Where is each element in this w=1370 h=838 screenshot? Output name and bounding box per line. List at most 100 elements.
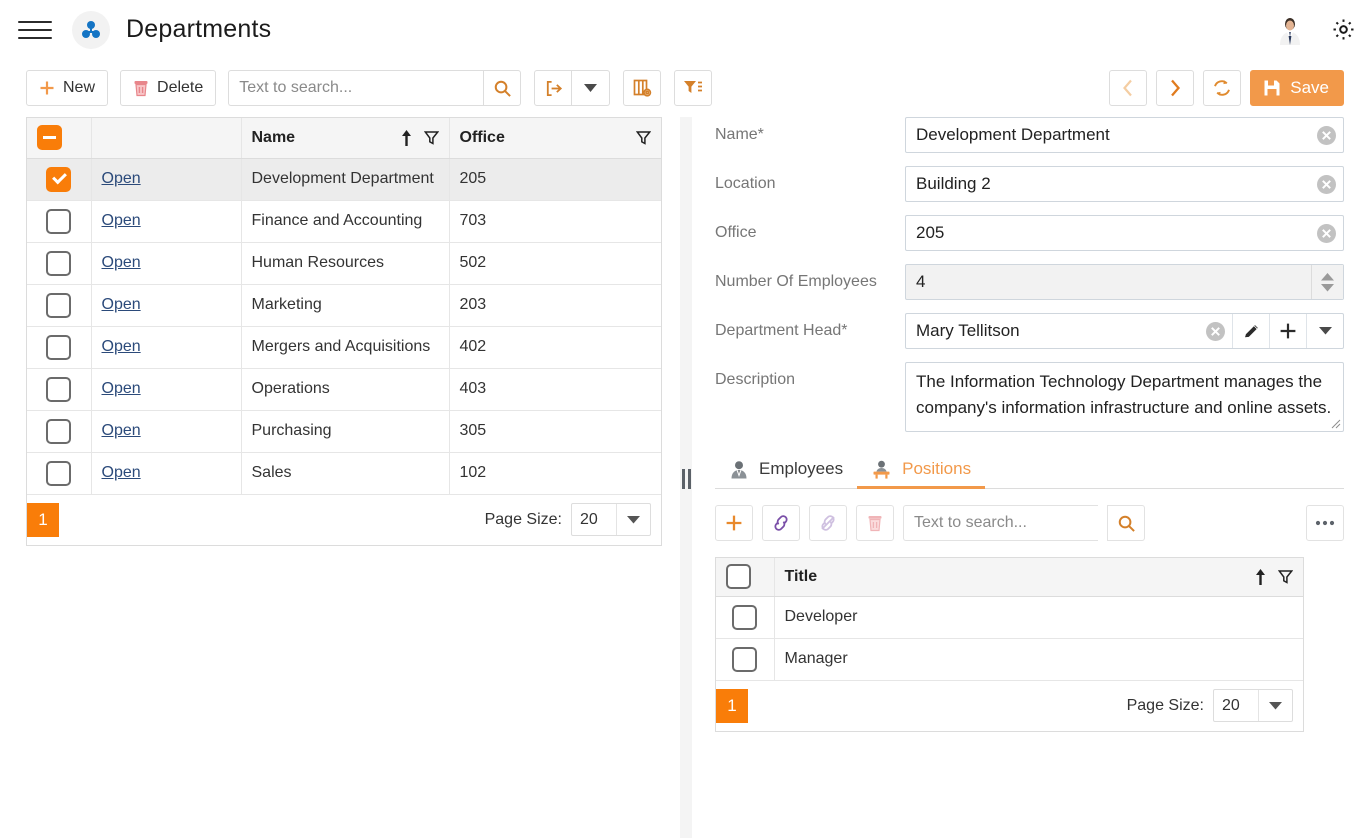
table-row[interactable]: Open Purchasing 305 bbox=[27, 410, 661, 453]
table-row[interactable]: Open Human Resources 502 bbox=[27, 242, 661, 285]
gear-icon[interactable] bbox=[1331, 17, 1356, 42]
refresh-icon[interactable] bbox=[1203, 70, 1242, 106]
description-value[interactable]: The Information Technology Department ma… bbox=[906, 363, 1343, 431]
export-icon[interactable] bbox=[534, 70, 573, 106]
column-chooser-icon[interactable] bbox=[623, 70, 662, 106]
page-number-1[interactable]: 1 bbox=[27, 502, 59, 537]
filter-icon[interactable] bbox=[636, 130, 651, 146]
open-link[interactable]: Open bbox=[102, 212, 141, 229]
title-column-header[interactable]: Title bbox=[774, 558, 1303, 597]
row-checkbox[interactable] bbox=[732, 646, 758, 672]
table-row[interactable]: Open Development Department 205 bbox=[27, 158, 661, 201]
unlink-position-button[interactable] bbox=[809, 505, 847, 541]
row-checkbox[interactable] bbox=[46, 250, 72, 276]
save-button[interactable]: Save bbox=[1250, 70, 1344, 106]
chevron-down-icon[interactable] bbox=[1258, 690, 1292, 721]
location-field[interactable]: Building 2 bbox=[905, 166, 1344, 202]
plus-icon[interactable] bbox=[1269, 314, 1306, 348]
table-row[interactable]: Open Marketing 203 bbox=[27, 284, 661, 327]
clear-circle-icon[interactable] bbox=[1198, 314, 1232, 348]
chevron-left-icon[interactable] bbox=[1109, 70, 1148, 106]
positions-search-input[interactable] bbox=[903, 505, 1098, 541]
quantity-stepper[interactable] bbox=[1311, 265, 1343, 299]
location-field-value[interactable]: Building 2 bbox=[906, 167, 1309, 201]
positions-pager: 1 Page Size: 20 bbox=[716, 680, 1303, 731]
chevron-down-icon[interactable] bbox=[572, 70, 611, 106]
table-row[interactable]: Manager bbox=[716, 638, 1303, 681]
pane-splitter[interactable] bbox=[680, 117, 692, 838]
row-checkbox[interactable] bbox=[46, 460, 72, 486]
name-field[interactable]: Development Department bbox=[905, 117, 1344, 153]
tab-employees[interactable]: Employees bbox=[715, 459, 857, 488]
row-select-cell bbox=[716, 596, 775, 639]
chevron-down-icon[interactable] bbox=[1306, 314, 1343, 348]
select-all-checkbox[interactable] bbox=[37, 125, 62, 151]
clear-circle-icon[interactable] bbox=[1309, 216, 1343, 250]
open-link[interactable]: Open bbox=[102, 296, 141, 313]
sort-ascending-icon[interactable] bbox=[401, 129, 412, 146]
resize-grip-icon[interactable] bbox=[1331, 419, 1341, 429]
open-link[interactable]: Open bbox=[102, 380, 141, 397]
filter-icon[interactable] bbox=[423, 130, 439, 146]
clear-circle-icon[interactable] bbox=[1309, 118, 1343, 152]
positions-grid: Title Developer Manager 1 Page Size: 20 bbox=[715, 557, 1304, 732]
page-number-1[interactable]: 1 bbox=[716, 688, 748, 723]
search-icon[interactable] bbox=[1107, 505, 1145, 541]
pencil-icon[interactable] bbox=[1232, 314, 1269, 348]
delete-position-button[interactable] bbox=[856, 505, 894, 541]
office-field[interactable]: 205 bbox=[905, 215, 1344, 251]
new-button[interactable]: New bbox=[26, 70, 109, 106]
splitter-grip-icon[interactable] bbox=[681, 469, 691, 489]
open-link[interactable]: Open bbox=[102, 422, 141, 439]
row-checkbox[interactable] bbox=[732, 604, 758, 630]
office-column-header[interactable]: Office bbox=[449, 118, 661, 159]
add-position-button[interactable] bbox=[715, 505, 753, 541]
page-size-select[interactable]: 20 bbox=[1213, 689, 1293, 722]
hamburger-icon[interactable] bbox=[18, 15, 52, 45]
tab-positions[interactable]: Positions bbox=[857, 459, 986, 489]
page-size-select[interactable]: 20 bbox=[571, 503, 651, 536]
table-row[interactable]: Developer bbox=[716, 596, 1303, 639]
name-field-value[interactable]: Development Department bbox=[906, 118, 1309, 152]
row-checkbox[interactable] bbox=[46, 166, 72, 192]
tab-positions-label: Positions bbox=[902, 459, 972, 478]
open-link[interactable]: Open bbox=[102, 254, 141, 271]
table-row[interactable]: Open Sales 102 bbox=[27, 452, 661, 495]
link-position-button[interactable] bbox=[762, 505, 800, 541]
department-head-field[interactable]: Mary Tellitson bbox=[905, 313, 1344, 349]
row-checkbox[interactable] bbox=[46, 292, 72, 318]
more-actions-button[interactable] bbox=[1306, 505, 1344, 541]
name-column-header[interactable]: Name bbox=[241, 118, 450, 159]
description-field[interactable]: The Information Technology Department ma… bbox=[905, 362, 1344, 432]
spinner-down-icon[interactable] bbox=[1321, 283, 1334, 292]
sort-ascending-icon[interactable] bbox=[1255, 568, 1266, 585]
table-row[interactable]: Open Mergers and Acquisitions 402 bbox=[27, 326, 661, 369]
row-checkbox[interactable] bbox=[46, 208, 72, 234]
table-row[interactable]: Open Finance and Accounting 703 bbox=[27, 200, 661, 243]
title-column-label: Title bbox=[784, 567, 818, 585]
row-checkbox[interactable] bbox=[46, 376, 72, 402]
row-checkbox[interactable] bbox=[46, 418, 72, 444]
select-all-checkbox[interactable] bbox=[726, 564, 751, 590]
clear-circle-icon[interactable] bbox=[1309, 167, 1343, 201]
employees-field[interactable]: 4 bbox=[905, 264, 1344, 300]
office-field-value[interactable]: 205 bbox=[906, 216, 1309, 250]
open-link[interactable]: Open bbox=[102, 464, 141, 481]
filter-icon[interactable] bbox=[1278, 569, 1293, 585]
search-icon[interactable] bbox=[483, 70, 522, 106]
row-open-cell: Open bbox=[91, 452, 242, 495]
chevron-right-icon[interactable] bbox=[1156, 70, 1195, 106]
table-row[interactable]: Open Operations 403 bbox=[27, 368, 661, 411]
row-checkbox[interactable] bbox=[46, 334, 72, 360]
filter-list-icon[interactable] bbox=[674, 70, 713, 106]
delete-button[interactable]: Delete bbox=[120, 70, 217, 106]
search-input[interactable] bbox=[228, 70, 484, 106]
chevron-down-icon[interactable] bbox=[616, 504, 650, 535]
user-avatar[interactable] bbox=[1275, 14, 1305, 45]
spinner-up-icon[interactable] bbox=[1321, 272, 1334, 281]
department-head-value[interactable]: Mary Tellitson bbox=[906, 314, 1198, 348]
open-link[interactable]: Open bbox=[102, 170, 141, 187]
employees-value[interactable]: 4 bbox=[906, 265, 1311, 299]
position-desk-icon bbox=[871, 460, 892, 479]
open-link[interactable]: Open bbox=[102, 338, 141, 355]
